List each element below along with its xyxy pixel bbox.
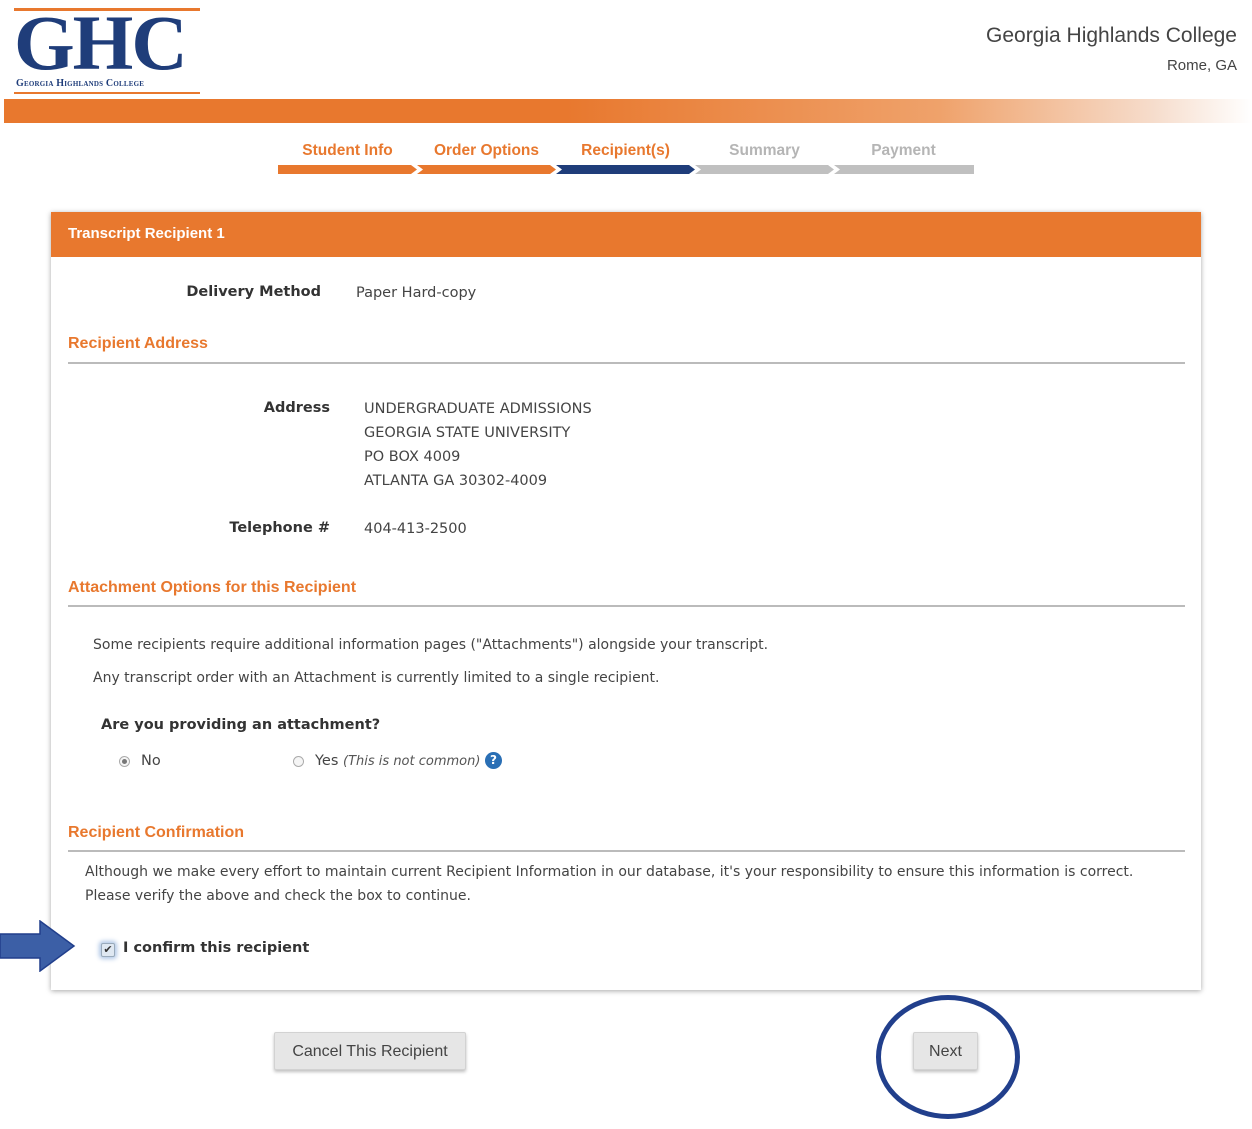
confirm-recipient-checkbox[interactable]: ✔ bbox=[101, 943, 115, 957]
step-label: Order Options bbox=[433, 142, 540, 159]
step-summary: Summary bbox=[695, 140, 834, 176]
annotation-arrow-icon bbox=[0, 920, 76, 972]
college-location: Rome, GA bbox=[1166, 57, 1237, 74]
section-divider bbox=[68, 362, 1185, 364]
attachment-no-label[interactable]: No bbox=[141, 753, 161, 769]
logo-bottom-rule bbox=[14, 92, 200, 94]
delivery-method-label: Delivery Method bbox=[186, 284, 321, 300]
step-label: Recipient(s) bbox=[581, 142, 670, 159]
step-student-info[interactable]: Student Info bbox=[278, 140, 417, 176]
question-circle-icon[interactable]: ? bbox=[485, 752, 502, 769]
step-recipients[interactable]: Recipient(s) bbox=[556, 140, 695, 176]
address-line: GEORGIA STATE UNIVERSITY bbox=[364, 425, 571, 441]
address-line: UNDERGRADUATE ADMISSIONS bbox=[364, 401, 592, 417]
step-order-options[interactable]: Order Options bbox=[417, 140, 556, 176]
attachment-yes-note: (This is not common) bbox=[343, 754, 481, 769]
step-label: Payment bbox=[871, 142, 936, 159]
recipient-card: Transcript Recipient 1 Delivery Method P… bbox=[51, 212, 1201, 990]
progress-steps: Student Info Order Options Recipient(s) … bbox=[278, 140, 974, 176]
college-name: Georgia Highlands College bbox=[986, 24, 1237, 47]
attachment-options-title: Attachment Options for this Recipient bbox=[68, 579, 357, 596]
header-accent-bar bbox=[4, 99, 1252, 123]
attachment-yes-label[interactable]: Yes bbox=[315, 753, 338, 769]
step-bar bbox=[278, 165, 417, 174]
step-bar bbox=[556, 165, 695, 174]
confirmation-notice: Although we make every effort to maintai… bbox=[85, 864, 1134, 880]
address-line: ATLANTA GA 30302-4009 bbox=[364, 473, 548, 489]
telephone-value: 404-413-2500 bbox=[364, 521, 467, 537]
attachment-question: Are you providing an attachment? bbox=[101, 717, 381, 733]
address-label: Address bbox=[263, 400, 330, 416]
section-divider bbox=[68, 605, 1185, 607]
step-bar bbox=[834, 165, 974, 174]
attachment-info-text: Some recipients require additional infor… bbox=[93, 637, 769, 653]
cancel-recipient-button[interactable]: Cancel This Recipient bbox=[274, 1032, 466, 1070]
annotation-circle bbox=[876, 995, 1020, 1119]
attachment-no-radio[interactable] bbox=[119, 756, 130, 767]
delivery-method-value: Paper Hard-copy bbox=[356, 285, 477, 301]
card-header: Transcript Recipient 1 bbox=[51, 212, 1201, 257]
recipient-confirmation-title: Recipient Confirmation bbox=[68, 824, 245, 841]
confirm-recipient-label[interactable]: I confirm this recipient bbox=[123, 940, 309, 956]
step-payment: Payment bbox=[834, 140, 974, 176]
step-label: Student Info bbox=[302, 142, 393, 159]
card-title: Transcript Recipient 1 bbox=[68, 225, 225, 242]
confirmation-instruction: Please verify the above and check the bo… bbox=[85, 888, 471, 904]
attachment-limit-text: Any transcript order with an Attachment … bbox=[93, 670, 660, 686]
logo-subtitle: Georgia Highlands College bbox=[16, 78, 145, 89]
section-divider bbox=[68, 850, 1185, 852]
recipient-address-title: Recipient Address bbox=[68, 335, 208, 352]
attachment-yes-radio[interactable] bbox=[293, 756, 304, 767]
attachment-yes-option[interactable]: Yes (This is not common) bbox=[315, 753, 480, 769]
logo-letters: GHC bbox=[14, 0, 188, 86]
telephone-label: Telephone # bbox=[229, 520, 330, 536]
college-logo: GHC Georgia Highlands College bbox=[14, 4, 202, 94]
address-line: PO BOX 4009 bbox=[364, 449, 461, 465]
step-bar bbox=[417, 165, 556, 174]
step-bar bbox=[695, 165, 834, 174]
step-label: Summary bbox=[729, 142, 800, 159]
